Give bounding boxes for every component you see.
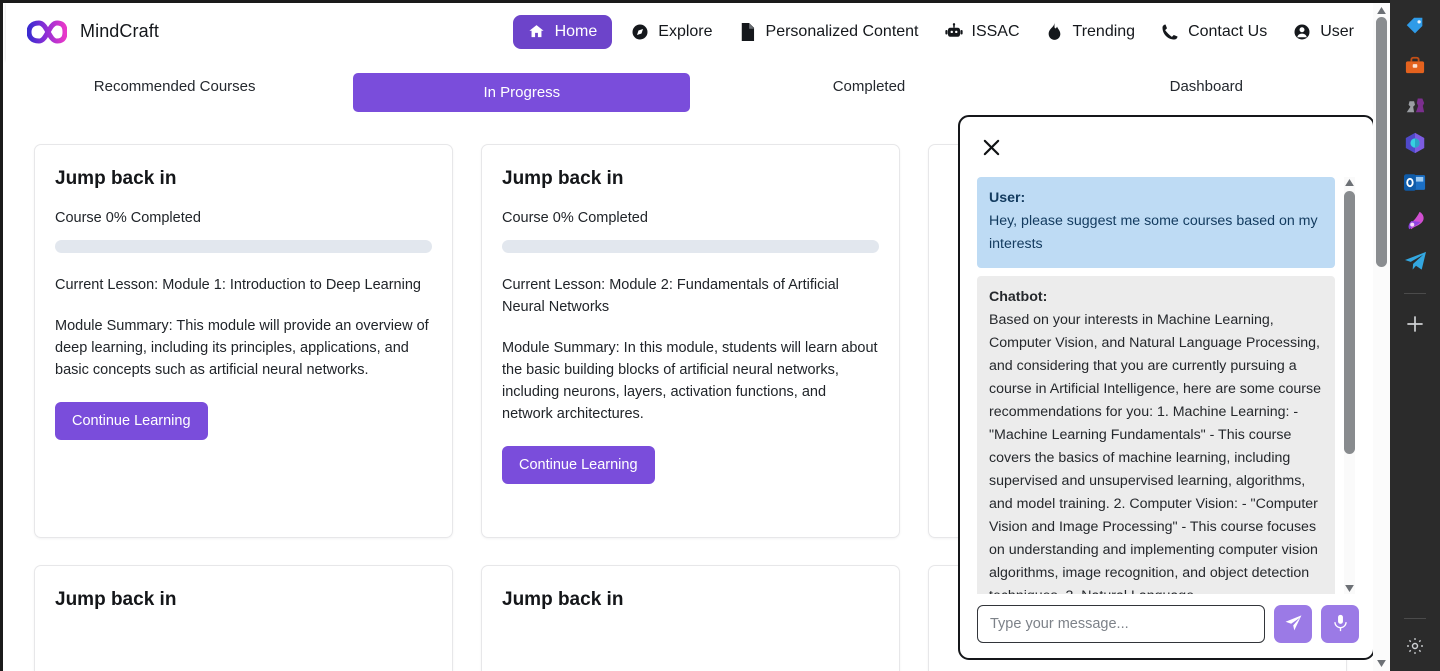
chess-icon[interactable]	[1402, 91, 1428, 117]
tag-icon[interactable]	[1402, 13, 1428, 39]
chat-message-text: Based on your interests in Machine Learn…	[989, 312, 1321, 594]
chat-message-list: User: Hey, please suggest me some course…	[977, 177, 1361, 594]
microphone-button[interactable]	[1321, 605, 1359, 643]
app-rail-items	[1390, 0, 1440, 337]
browser-viewport: MindCraft Home Explore Personalized Cont…	[0, 0, 1390, 671]
robot-icon	[944, 23, 963, 41]
card-module-summary: Module Summary: This module will provide…	[55, 317, 429, 378]
tab-completed[interactable]: Completed	[700, 60, 1037, 112]
course-card: Jump back in Course 0% Completed Current…	[34, 144, 453, 538]
chatbot-header	[960, 117, 1373, 177]
nav-item-user[interactable]: User	[1280, 16, 1367, 48]
course-card: Jump back in Course 0% Completed Current…	[481, 144, 900, 538]
top-navbar: MindCraft Home Explore Personalized Cont…	[6, 3, 1375, 60]
toolbox-icon[interactable]	[1402, 52, 1428, 78]
card-progress-text: Course 0% Completed	[502, 210, 648, 226]
flame-icon	[1046, 22, 1064, 41]
nav-item-explore[interactable]: Explore	[618, 16, 725, 48]
nav-item-label: User	[1320, 22, 1354, 40]
send-button[interactable]	[1274, 605, 1312, 643]
infinity-logo	[25, 15, 68, 49]
chat-scroll-region: User: Hey, please suggest me some course…	[977, 177, 1335, 594]
user-circle-icon	[1293, 23, 1311, 41]
tab-in-progress[interactable]: In Progress	[353, 73, 691, 112]
nav-items: Home Explore Personalized Content ISSAC …	[512, 14, 1375, 49]
app-rail-bottom	[1390, 618, 1440, 671]
continue-learning-button[interactable]: Continue Learning	[502, 445, 655, 484]
course-card: Jump back in	[481, 565, 900, 671]
nav-item-contact-us[interactable]: Contact Us	[1148, 16, 1280, 48]
nav-item-label: Personalized Content	[765, 22, 919, 40]
app-rail	[1390, 0, 1440, 671]
page-scroll-up-arrow[interactable]	[1376, 4, 1387, 16]
chat-message-sender: User:	[989, 190, 1026, 206]
chat-input-row	[960, 594, 1373, 658]
card-current-lesson: Current Lesson: Module 2: Fundamentals o…	[502, 277, 839, 315]
card-title: Jump back in	[502, 589, 624, 610]
card-title: Jump back in	[55, 168, 177, 189]
home-icon	[528, 23, 546, 41]
chat-message-text: Hey, please suggest me some courses base…	[989, 213, 1318, 252]
telegram-icon[interactable]	[1402, 247, 1428, 273]
chat-scroll-down-arrow[interactable]	[1344, 583, 1355, 594]
send-icon	[1284, 613, 1303, 635]
nav-item-label: Explore	[658, 22, 713, 40]
gear-icon[interactable]	[1402, 633, 1428, 659]
card-progress-text: Course 0% Completed	[55, 210, 201, 226]
card-module-summary: Module Summary: In this module, students…	[502, 339, 878, 422]
app-window: MindCraft Home Explore Personalized Cont…	[0, 0, 1440, 671]
compass-icon	[631, 23, 649, 41]
nav-item-personalized-content[interactable]: Personalized Content	[726, 16, 932, 48]
rail-divider	[1404, 293, 1426, 294]
page-scrollbar[interactable]	[1373, 3, 1390, 671]
page-scroll-down-arrow[interactable]	[1376, 657, 1387, 669]
nav-item-label: Trending	[1072, 22, 1136, 40]
chat-message-sender: Chatbot:	[989, 289, 1048, 305]
nav-item-label: Contact Us	[1188, 22, 1268, 40]
chat-scrollbar-thumb[interactable]	[1344, 191, 1355, 454]
progress-bar	[502, 240, 879, 253]
tab-recommended-courses[interactable]: Recommended Courses	[6, 60, 343, 112]
brand[interactable]: MindCraft	[6, 15, 159, 49]
rail-divider-bottom	[1404, 618, 1426, 619]
plus-icon[interactable]	[1402, 311, 1428, 337]
paint-app-icon[interactable]	[1402, 208, 1428, 234]
chat-message-bot: Chatbot: Based on your interests in Mach…	[977, 276, 1335, 594]
document-icon	[739, 22, 757, 41]
hexagon-app-icon[interactable]	[1402, 130, 1428, 156]
course-tabs: Recommended Courses In Progress Complete…	[6, 60, 1375, 120]
nav-item-home[interactable]: Home	[512, 14, 613, 49]
card-current-lesson: Current Lesson: Module 1: Introduction t…	[55, 277, 421, 293]
tab-dashboard[interactable]: Dashboard	[1038, 60, 1375, 112]
chat-scrollbar[interactable]	[1341, 177, 1357, 594]
chatbot-panel: User: Hey, please suggest me some course…	[958, 115, 1375, 660]
nav-item-issac[interactable]: ISSAC	[932, 16, 1033, 48]
close-icon[interactable]	[979, 135, 1003, 159]
continue-learning-button[interactable]: Continue Learning	[55, 401, 208, 440]
card-title: Jump back in	[55, 589, 177, 610]
course-card: Jump back in	[34, 565, 453, 671]
page-scrollbar-thumb[interactable]	[1376, 17, 1387, 267]
nav-item-trending[interactable]: Trending	[1033, 16, 1149, 48]
chat-message-input[interactable]	[977, 605, 1265, 643]
microphone-icon	[1332, 614, 1349, 635]
nav-item-label: Home	[554, 22, 598, 40]
chat-scroll-up-arrow[interactable]	[1344, 177, 1355, 188]
card-title: Jump back in	[502, 168, 624, 189]
nav-item-label: ISSAC	[971, 22, 1020, 40]
progress-bar	[55, 240, 432, 253]
phone-icon	[1161, 23, 1179, 41]
outlook-icon[interactable]	[1402, 169, 1428, 195]
chat-message-user: User: Hey, please suggest me some course…	[977, 177, 1335, 268]
brand-name: MindCraft	[80, 21, 159, 41]
